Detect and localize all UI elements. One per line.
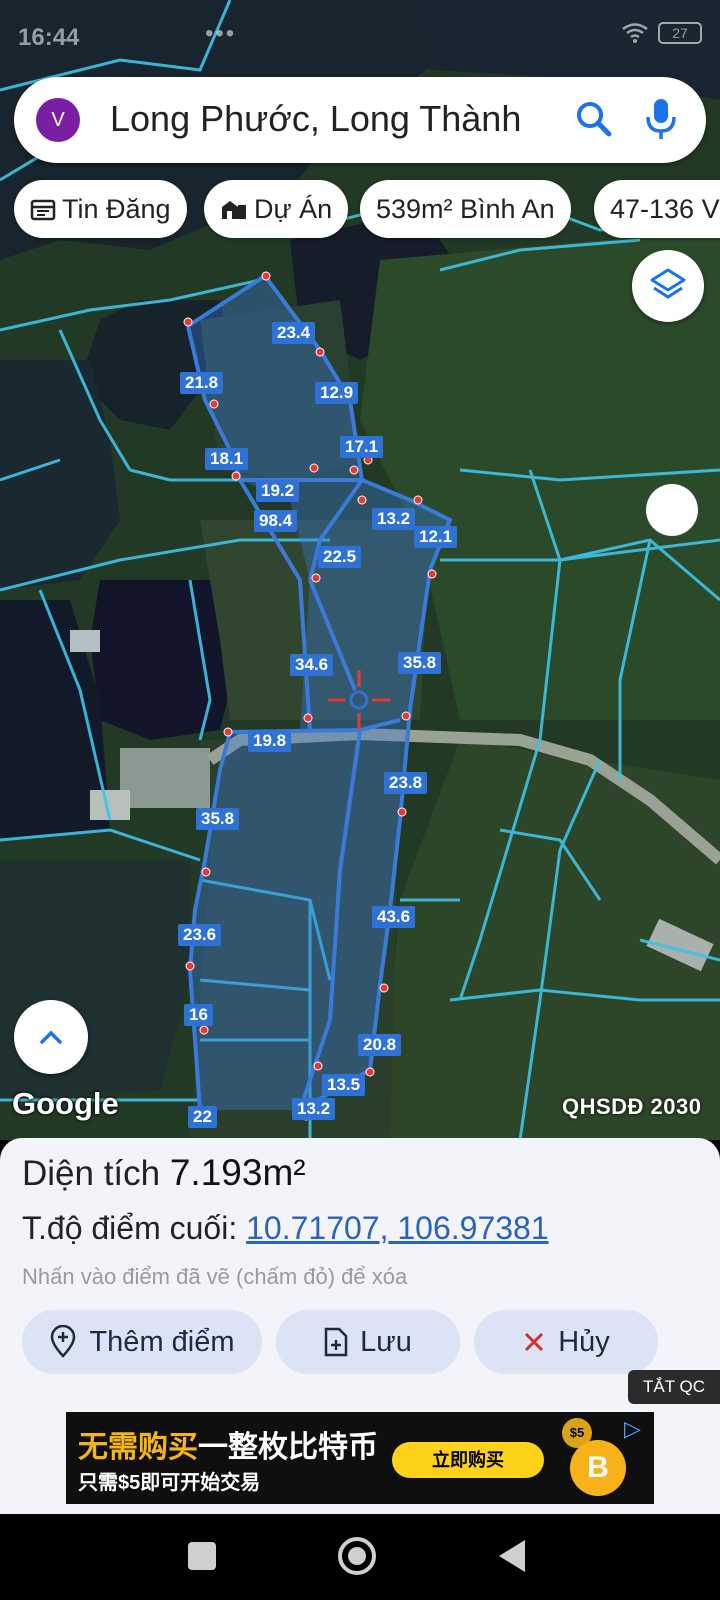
bitcoin-icon: B bbox=[570, 1440, 626, 1496]
mic-icon[interactable] bbox=[644, 97, 678, 143]
screen: 23.4 21.8 12.9 17.1 18.1 19.2 98.4 13.2 … bbox=[0, 0, 720, 1600]
measure-label: 22.5 bbox=[318, 546, 362, 568]
location-dot-button[interactable] bbox=[646, 484, 698, 536]
chevron-up-icon bbox=[40, 1030, 62, 1044]
avatar[interactable]: V bbox=[36, 98, 80, 142]
adchoices-icon[interactable]: ▷ bbox=[624, 1416, 641, 1442]
area-label: Diện tích bbox=[22, 1154, 161, 1193]
ad-headline-a: 无需购买 bbox=[78, 1431, 198, 1464]
chip-range[interactable]: 47-136 V bbox=[594, 180, 720, 238]
coord-link[interactable]: 10.71707, 106.97381 bbox=[246, 1210, 549, 1246]
chip-label: Dự Án bbox=[254, 193, 333, 224]
measure-label: 35.8 bbox=[398, 652, 442, 674]
ad-headline-b: 一整枚比特币 bbox=[198, 1431, 378, 1464]
chip-du-an[interactable]: Dự Án bbox=[204, 180, 349, 238]
measure-label: 12.9 bbox=[315, 382, 359, 404]
coord-label: T.độ điểm cuối: bbox=[22, 1210, 238, 1246]
battery-icon: 27 bbox=[658, 22, 702, 44]
measure-label: 17.1 bbox=[340, 436, 384, 458]
measure-label: 98.4 bbox=[254, 510, 298, 532]
measure-label: 13.2 bbox=[372, 508, 416, 530]
measure-label: 20.8 bbox=[358, 1034, 402, 1056]
measure-label: 19.8 bbox=[248, 730, 292, 752]
measure-label: 43.6 bbox=[372, 906, 416, 928]
layers-button[interactable] bbox=[632, 250, 704, 322]
coord-row: T.độ điểm cuối: 10.71707, 106.97381 bbox=[22, 1210, 549, 1247]
measure-label: 23.8 bbox=[384, 772, 428, 794]
ad-subline: 只需$5即可开始交易 bbox=[78, 1472, 261, 1494]
calendar-icon bbox=[30, 199, 56, 221]
status-time: 16:44 bbox=[18, 24, 80, 51]
chip-tin-dang[interactable]: Tin Đăng bbox=[14, 180, 187, 238]
satellite-map[interactable] bbox=[0, 0, 720, 1140]
wifi-icon bbox=[622, 23, 648, 43]
nav-bar bbox=[0, 1514, 720, 1600]
area-row: Diện tích 7.193m² bbox=[22, 1152, 306, 1194]
hint-text: Nhấn vào điểm đã vẽ (chấm đỏ) để xóa bbox=[22, 1264, 408, 1289]
ad-cta-button[interactable]: 立即购买 bbox=[392, 1442, 544, 1478]
status-bar: 16:44 ••• 27 bbox=[0, 0, 720, 76]
hide-ads-button[interactable]: TẮT QC bbox=[628, 1370, 720, 1404]
area-value: 7.193m² bbox=[169, 1152, 306, 1193]
chip-label: 539m² Bình An bbox=[376, 193, 555, 224]
recents-icon[interactable] bbox=[188, 1542, 216, 1570]
measure-label: 13.2 bbox=[292, 1098, 336, 1120]
ad-banner[interactable]: 无需购买一整枚比特币 只需$5即可开始交易 立即购买 $5 B ▷ bbox=[66, 1412, 654, 1504]
plan-label: QHSDĐ 2030 bbox=[562, 1094, 702, 1119]
search-icon[interactable] bbox=[574, 99, 614, 139]
measure-label: 34.6 bbox=[290, 654, 334, 676]
chip-label: 47-136 V bbox=[610, 193, 720, 224]
add-point-button[interactable]: Thêm điểm bbox=[22, 1310, 262, 1374]
measure-label: 19.2 bbox=[256, 480, 300, 502]
search-bar[interactable]: V Long Phước, Long Thành bbox=[14, 77, 706, 163]
cancel-label: Hủy bbox=[558, 1325, 610, 1358]
measure-label: 21.8 bbox=[180, 372, 224, 394]
chip-label: Tin Đăng bbox=[62, 193, 171, 224]
back-icon[interactable] bbox=[499, 1540, 525, 1572]
status-dots: ••• bbox=[205, 20, 237, 47]
ad-headline: 无需购买一整枚比特币 bbox=[78, 1422, 378, 1466]
google-logo: Google bbox=[12, 1086, 119, 1121]
save-button[interactable]: Lưu bbox=[276, 1310, 460, 1374]
measure-label: 23.6 bbox=[178, 924, 222, 946]
cancel-button[interactable]: Hủy bbox=[474, 1310, 658, 1374]
add-location-icon bbox=[51, 1325, 76, 1358]
measure-label: 22 bbox=[188, 1106, 217, 1128]
measure-label: 13.5 bbox=[322, 1074, 366, 1096]
file-add-icon bbox=[324, 1327, 348, 1357]
measure-label: 12.1 bbox=[414, 526, 458, 548]
add-point-label: Thêm điểm bbox=[89, 1325, 235, 1358]
save-label: Lưu bbox=[360, 1325, 412, 1358]
measure-label: 35.8 bbox=[196, 808, 240, 830]
building-icon bbox=[222, 201, 246, 219]
measure-label: 18.1 bbox=[205, 448, 249, 470]
status-icons: 27 bbox=[622, 22, 702, 44]
chip-binh-an[interactable]: 539m² Bình An bbox=[360, 180, 571, 238]
measure-label: 23.4 bbox=[272, 322, 316, 344]
search-query[interactable]: Long Phước, Long Thành bbox=[110, 98, 521, 140]
layers-icon bbox=[650, 268, 686, 299]
close-icon bbox=[525, 1332, 544, 1352]
map-view[interactable]: 23.4 21.8 12.9 17.1 18.1 19.2 98.4 13.2 … bbox=[0, 0, 720, 1140]
measure-label: 16 bbox=[184, 1004, 213, 1026]
expand-up-button[interactable] bbox=[14, 1000, 88, 1074]
